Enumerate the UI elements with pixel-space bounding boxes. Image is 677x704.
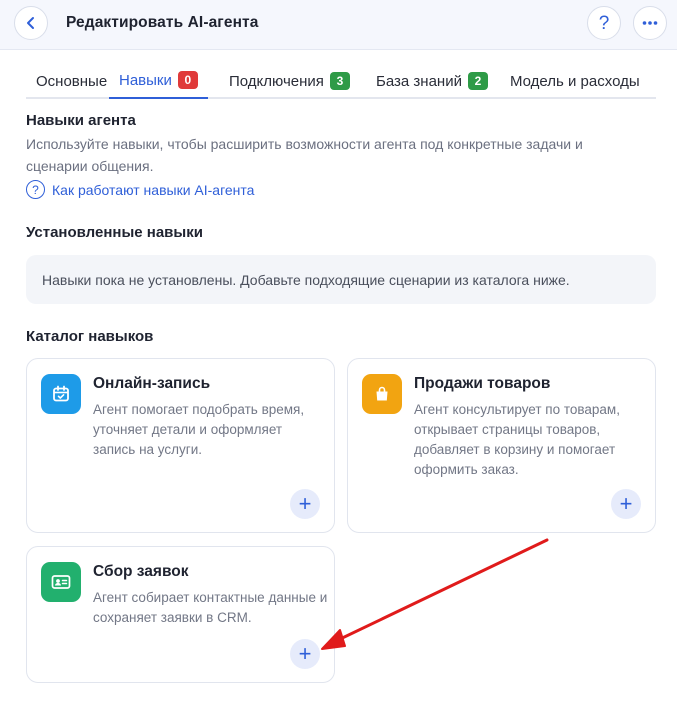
question-icon: ? bbox=[598, 12, 610, 34]
knowledge-count-badge: 2 bbox=[467, 72, 488, 90]
empty-state-text: Навыки пока не установлены. Добавьте под… bbox=[42, 271, 570, 288]
skills-help-link[interactable]: ? Как работают навыки AI-агента bbox=[26, 180, 254, 199]
ellipsis-icon bbox=[642, 21, 658, 25]
installed-empty-state: Навыки пока не установлены. Добавьте под… bbox=[26, 255, 656, 304]
add-skill-button[interactable]: + bbox=[611, 489, 641, 519]
shopping-bag-icon bbox=[362, 374, 402, 414]
tab-knowledge-base[interactable]: База знаний 2 bbox=[376, 63, 488, 99]
skills-description: Используйте навыки, чтобы расширить возм… bbox=[26, 136, 583, 174]
tab-label: База знаний bbox=[376, 72, 462, 90]
tab-label: Основные bbox=[36, 72, 108, 90]
catalog-heading: Каталог навыков bbox=[26, 328, 154, 345]
add-skill-button[interactable]: + bbox=[290, 639, 320, 669]
skill-card-leads: Сбор заявок Агент собирает контактные да… bbox=[26, 546, 335, 683]
page-title: Редактировать AI-агента bbox=[66, 14, 259, 31]
add-skill-button[interactable]: + bbox=[290, 489, 320, 519]
card-title: Продажи товаров bbox=[414, 375, 551, 392]
card-description: Агент консультирует по товарам, открывае… bbox=[414, 402, 620, 477]
chevron-left-icon bbox=[27, 17, 34, 29]
help-link-text: Как работают навыки AI-агента bbox=[52, 181, 255, 198]
tab-basic[interactable]: Основные bbox=[36, 63, 107, 99]
card-description: Агент собирает контактные данные и сохра… bbox=[93, 590, 328, 625]
tab-label: Подключения bbox=[229, 72, 324, 90]
installed-heading: Установленные навыки bbox=[26, 224, 203, 241]
calendar-icon bbox=[41, 374, 81, 414]
tab-bar: Основные Навыки 0 Подключения 3 База зна… bbox=[26, 63, 656, 99]
connections-count-badge: 3 bbox=[329, 72, 350, 90]
skills-heading: Навыки агента bbox=[26, 112, 136, 129]
card-title: Сбор заявок bbox=[93, 563, 189, 580]
card-description: Агент помогает подобрать время, уточняет… bbox=[93, 402, 305, 457]
more-button[interactable] bbox=[633, 6, 667, 40]
card-title: Онлайн-запись bbox=[93, 375, 211, 392]
tab-label: Навыки bbox=[119, 71, 172, 89]
tab-skills[interactable]: Навыки 0 bbox=[109, 63, 208, 99]
back-button[interactable] bbox=[14, 6, 48, 40]
skill-card-sales: Продажи товаров Агент консультирует по т… bbox=[347, 358, 656, 533]
skill-card-booking: Онлайн-запись Агент помогает подобрать в… bbox=[26, 358, 335, 533]
question-circle-icon: ? bbox=[26, 180, 45, 199]
help-button[interactable]: ? bbox=[587, 6, 621, 40]
contact-card-icon bbox=[41, 562, 81, 602]
tab-model-costs[interactable]: Модель и расходы bbox=[510, 63, 640, 99]
top-bar: Редактировать AI-агента ? bbox=[0, 0, 677, 50]
tab-connections[interactable]: Подключения 3 bbox=[229, 63, 350, 99]
skills-count-badge: 0 bbox=[177, 71, 198, 89]
tab-label: Модель и расходы bbox=[510, 72, 640, 90]
